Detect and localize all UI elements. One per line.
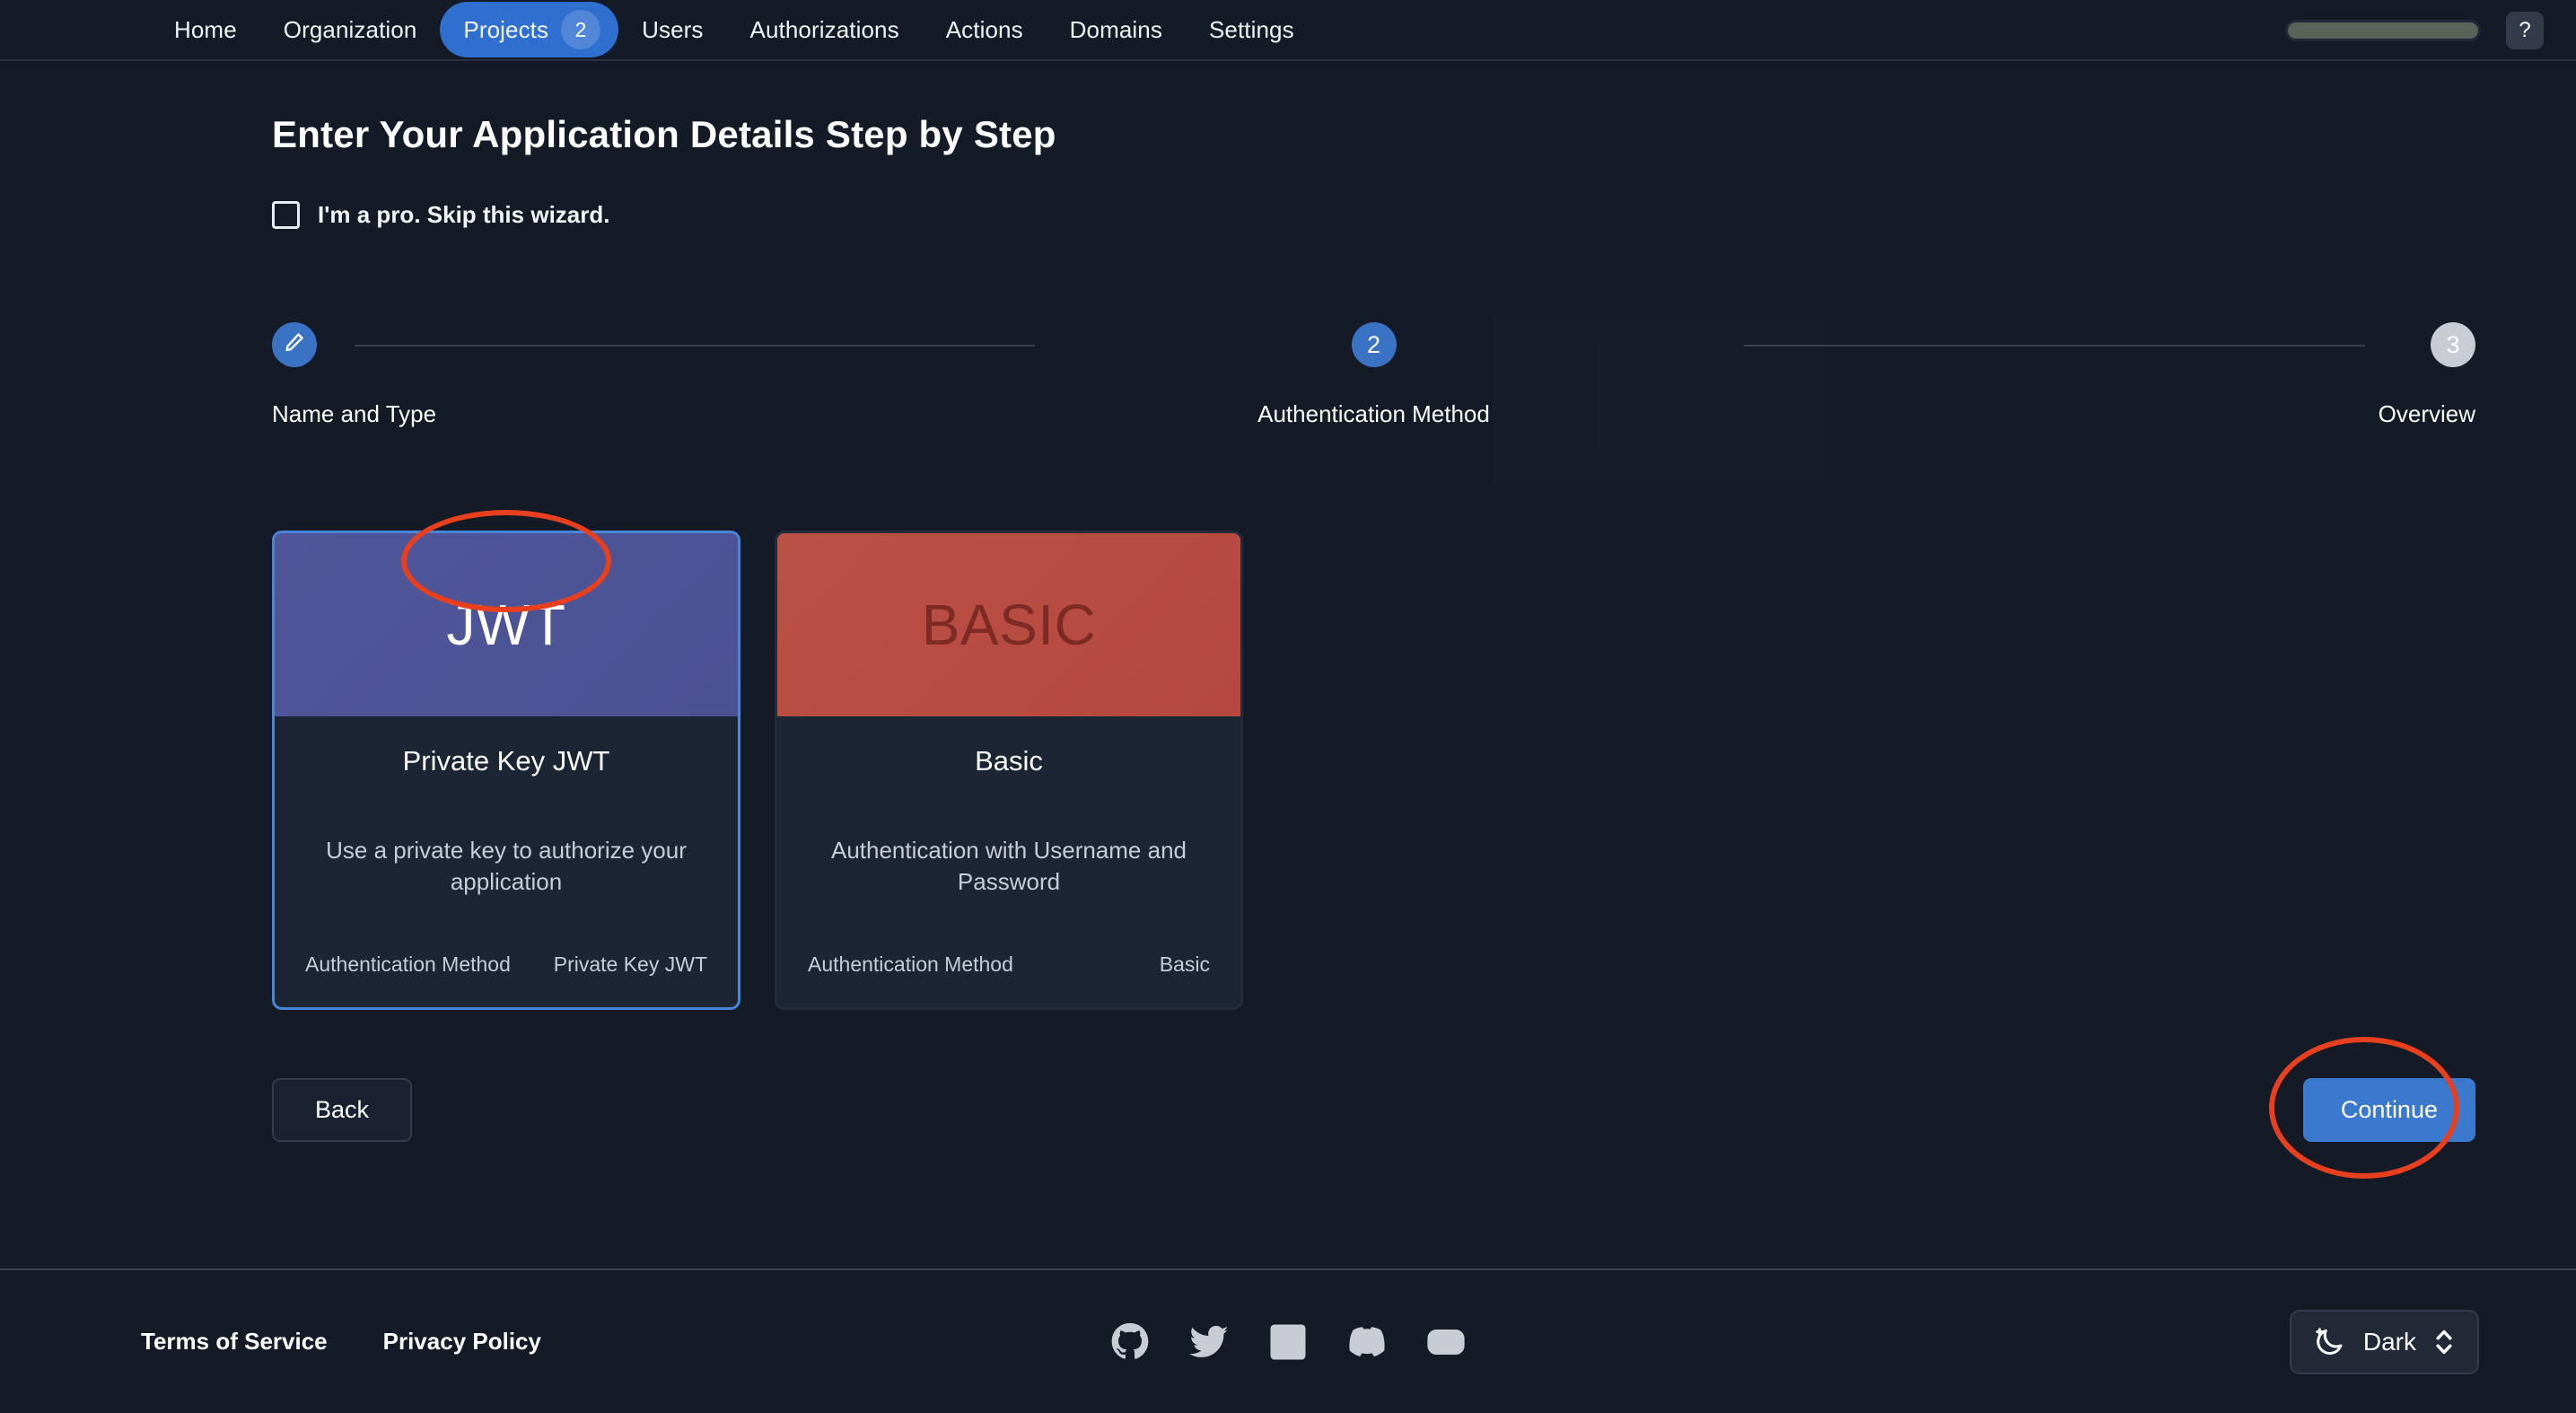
- top-navigation-bar: Home Organization Projects 2 Users Autho…: [0, 0, 2576, 61]
- back-button[interactable]: Back: [272, 1078, 412, 1142]
- basic-card-meta: Authentication Method Basic: [808, 897, 1210, 977]
- jwt-card-meta-value: Private Key JWT: [554, 952, 707, 977]
- wizard-action-row: Back Continue: [272, 1078, 2475, 1142]
- main-content: Enter Your Application Details Step by S…: [0, 61, 2576, 1268]
- skip-wizard-row: I'm a pro. Skip this wizard.: [272, 201, 2576, 229]
- linkedin-icon[interactable]: [1268, 1322, 1308, 1362]
- page-title: Enter Your Application Details Step by S…: [272, 113, 2576, 156]
- discord-icon[interactable]: [1347, 1322, 1387, 1362]
- nav-item-projects-badge: 2: [561, 10, 600, 49]
- stepper-step-name-and-type[interactable]: Name and Type: [272, 322, 541, 428]
- footer-links: Terms of Service Privacy Policy: [141, 1328, 541, 1356]
- stepper-step-overview[interactable]: 3 Overview: [2206, 322, 2475, 428]
- nav-item-users[interactable]: Users: [618, 7, 726, 53]
- nav-item-authorizations[interactable]: Authorizations: [727, 7, 923, 53]
- nav-right-group: ?: [2285, 0, 2544, 61]
- basic-card-title: Basic: [975, 745, 1043, 777]
- step-3-label: Overview: [2379, 400, 2475, 428]
- auth-card-private-key-jwt[interactable]: JWT Private Key JWT Use a private key to…: [272, 531, 740, 1010]
- nav-item-organization[interactable]: Organization: [260, 7, 441, 53]
- github-icon[interactable]: [1110, 1322, 1150, 1362]
- pencil-icon: [284, 331, 305, 359]
- nav-item-projects-label: Projects: [463, 16, 548, 44]
- step-1-label: Name and Type: [272, 400, 436, 428]
- step-3-circle[interactable]: 3: [2431, 322, 2475, 367]
- jwt-card-body: Private Key JWT Use a private key to aut…: [275, 716, 738, 1007]
- nav-item-projects[interactable]: Projects 2: [440, 2, 618, 57]
- help-button[interactable]: ?: [2506, 12, 2544, 49]
- youtube-icon[interactable]: [1426, 1322, 1466, 1362]
- jwt-card-banner: JWT: [275, 533, 738, 716]
- footer-link-terms-of-service[interactable]: Terms of Service: [141, 1328, 328, 1356]
- theme-selector[interactable]: Dark: [2290, 1310, 2479, 1374]
- app-root: Home Organization Projects 2 Users Autho…: [0, 0, 2576, 1413]
- nav-item-actions[interactable]: Actions: [923, 7, 1047, 53]
- jwt-card-meta: Authentication Method Private Key JWT: [305, 897, 707, 977]
- nav-items: Home Organization Projects 2 Users Autho…: [151, 2, 1318, 57]
- nav-item-home[interactable]: Home: [151, 7, 260, 53]
- basic-card-body: Basic Authentication with Username and P…: [777, 716, 1240, 1007]
- jwt-card-title: Private Key JWT: [403, 745, 610, 777]
- skip-wizard-checkbox[interactable]: [272, 201, 300, 229]
- theme-label: Dark: [2363, 1328, 2416, 1356]
- continue-button[interactable]: Continue: [2303, 1078, 2475, 1142]
- redacted-account-field: [2285, 20, 2481, 41]
- twitter-icon[interactable]: [1189, 1322, 1229, 1362]
- basic-card-description: Authentication with Username and Passwor…: [808, 835, 1210, 897]
- footer-social-links: [1110, 1322, 1466, 1362]
- auth-card-basic[interactable]: BASIC Basic Authentication with Username…: [775, 531, 1243, 1010]
- chevron-up-down-icon: [2432, 1325, 2456, 1359]
- moon-icon: [2313, 1325, 2347, 1359]
- jwt-card-meta-label: Authentication Method: [305, 952, 511, 977]
- stepper-step-authentication-method[interactable]: 2 Authentication Method: [1240, 322, 1509, 428]
- nav-item-domains[interactable]: Domains: [1047, 7, 1186, 53]
- step-2-circle[interactable]: 2: [1352, 322, 1397, 367]
- basic-card-meta-value: Basic: [1160, 952, 1210, 977]
- wizard-stepper: Name and Type 2 Authentication Method 3 …: [272, 322, 2475, 475]
- footer-link-privacy-policy[interactable]: Privacy Policy: [383, 1328, 541, 1356]
- jwt-card-description: Use a private key to authorize your appl…: [305, 835, 707, 897]
- auth-method-cards: JWT Private Key JWT Use a private key to…: [272, 531, 2576, 1010]
- basic-card-banner: BASIC: [777, 533, 1240, 716]
- step-1-circle[interactable]: [272, 322, 317, 367]
- page-footer: Terms of Service Privacy Policy: [0, 1268, 2576, 1413]
- basic-card-meta-label: Authentication Method: [808, 952, 1013, 977]
- skip-wizard-label: I'm a pro. Skip this wizard.: [318, 201, 609, 229]
- step-2-label: Authentication Method: [1257, 400, 1490, 428]
- nav-item-settings[interactable]: Settings: [1186, 7, 1318, 53]
